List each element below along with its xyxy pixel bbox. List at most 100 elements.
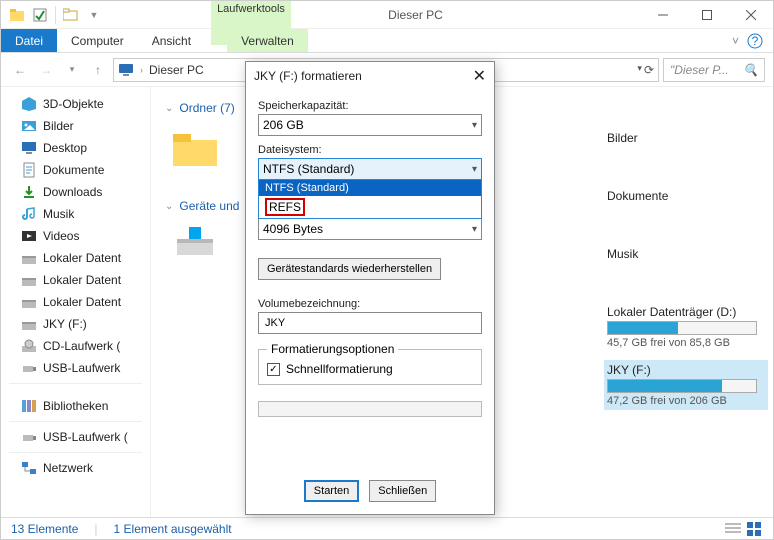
format-dialog: JKY (F:) formatieren ✕ Speicherkapazität…: [245, 61, 495, 515]
details-column: Bilder Dokumente Musik Lokaler Datenträg…: [603, 87, 773, 517]
drive-icon: [21, 294, 37, 310]
maximize-button[interactable]: [685, 1, 729, 29]
qat-new-folder-icon[interactable]: [61, 5, 81, 25]
navigation-pane: 3D-ObjekteBilderDesktopDokumenteDownload…: [1, 87, 151, 517]
sidebar-item[interactable]: Videos: [3, 225, 148, 247]
documents-icon: [21, 162, 37, 178]
sidebar-item[interactable]: Lokaler Datent: [3, 247, 148, 269]
chevron-down-icon: ▾: [472, 224, 477, 235]
filesystem-dropdown: NTFS (Standard) REFS: [258, 179, 482, 219]
drive-tile[interactable]: [165, 223, 225, 259]
svg-text:?: ?: [752, 34, 759, 48]
drive-item[interactable]: Lokaler Datenträger (D:) 45,7 GB frei vo…: [607, 305, 765, 349]
fs-option-refs[interactable]: REFS: [259, 196, 481, 218]
search-icon: 🔍: [743, 63, 758, 77]
sidebar-item[interactable]: Downloads: [3, 181, 148, 203]
sidebar-item[interactable]: CD-Laufwerk (: [3, 335, 148, 357]
contextual-tab-label: Laufwerktools: [211, 1, 291, 17]
sidebar-item[interactable]: Lokaler Datent: [3, 291, 148, 313]
close-dialog-button[interactable]: Schließen: [369, 480, 436, 502]
sidebar-usb-drive[interactable]: USB-Laufwerk (: [3, 426, 148, 448]
status-bar: 13 Elemente | 1 Element ausgewählt: [1, 517, 773, 539]
checkbox-checked-icon: ✓: [267, 363, 280, 376]
help-icon[interactable]: ?: [747, 33, 763, 49]
dialog-actions: Starten Schließen: [246, 470, 494, 514]
folder-label[interactable]: Dokumente: [607, 189, 765, 203]
downloads-icon: [21, 184, 37, 200]
ribbon-collapse-icon[interactable]: ˅: [732, 34, 739, 48]
sidebar-item[interactable]: Dokumente: [3, 159, 148, 181]
filesystem-combo[interactable]: NTFS (Standard) ▾ NTFS (Standard) REFS: [258, 158, 482, 180]
sidebar-item[interactable]: Musik: [3, 203, 148, 225]
tab-computer[interactable]: Computer: [57, 29, 138, 52]
drive-icon: [21, 272, 37, 288]
format-options-legend: Formatierungsoptionen: [267, 342, 398, 356]
up-button[interactable]: ↑: [87, 59, 109, 81]
format-options-group: Formatierungsoptionen ✓ Schnellformatier…: [258, 342, 482, 385]
sidebar-libraries[interactable]: Bibliotheken: [3, 388, 148, 417]
dialog-title: JKY (F:) formatieren: [254, 69, 362, 83]
objects3d-icon: [21, 96, 37, 112]
dialog-titlebar[interactable]: JKY (F:) formatieren ✕: [246, 62, 494, 90]
qat-dropdown-icon[interactable]: ▼: [84, 5, 104, 25]
forward-button[interactable]: →: [35, 59, 57, 81]
usb-icon: [21, 360, 37, 376]
file-tab[interactable]: Datei: [1, 29, 57, 52]
folder-label[interactable]: Musik: [607, 247, 765, 261]
large-icons-view-icon[interactable]: [747, 522, 763, 536]
refresh-icon[interactable]: ⟳: [644, 63, 654, 77]
capacity-combo[interactable]: 206 GB ▾: [258, 114, 482, 136]
quick-access-toolbar: ▼: [1, 5, 110, 25]
drive-item-selected[interactable]: JKY (F:) 47,2 GB frei von 206 GB: [604, 360, 768, 410]
sidebar-network[interactable]: Netzwerk: [3, 457, 148, 479]
folder-label[interactable]: Bilder: [607, 131, 765, 145]
restore-defaults-button[interactable]: Gerätestandards wiederherstellen: [258, 258, 441, 280]
titlebar: ▼ Laufwerktools Dieser PC: [1, 1, 773, 29]
optical-icon: [21, 338, 37, 354]
usb-icon: [21, 429, 37, 445]
search-box[interactable]: "Dieser P... 🔍: [663, 58, 765, 82]
app-icon[interactable]: [7, 5, 27, 25]
window-controls: [641, 1, 773, 29]
dialog-close-button[interactable]: ✕: [473, 66, 486, 86]
capacity-label: Speicherkapazität:: [258, 100, 482, 112]
chevron-down-icon: ▾: [472, 164, 477, 175]
drive-icon: [21, 316, 37, 332]
qat-properties-icon[interactable]: [30, 5, 50, 25]
recent-dropdown[interactable]: ▾: [61, 59, 83, 81]
search-placeholder: "Dieser P...: [670, 63, 729, 77]
sidebar-item[interactable]: Desktop: [3, 137, 148, 159]
selection-count: 1 Element ausgewählt: [114, 522, 232, 536]
quick-format-checkbox[interactable]: ✓ Schnellformatierung: [267, 362, 473, 376]
volume-label-input[interactable]: [258, 312, 482, 334]
address-dropdown-icon[interactable]: ▾: [637, 63, 642, 77]
pictures-icon: [21, 118, 37, 134]
details-view-icon[interactable]: [725, 522, 741, 536]
sidebar-item[interactable]: JKY (F:): [3, 313, 148, 335]
minimize-button[interactable]: [641, 1, 685, 29]
network-icon: [21, 460, 37, 476]
videos-icon: [21, 228, 37, 244]
close-button[interactable]: [729, 1, 773, 29]
allocation-combo[interactable]: 4096 Bytes ▾: [258, 218, 482, 240]
sidebar-item[interactable]: USB-Laufwerk: [3, 357, 148, 379]
filesystem-label: Dateisystem:: [258, 144, 482, 156]
item-count: 13 Elemente: [11, 522, 78, 536]
tab-view[interactable]: Ansicht: [138, 29, 205, 52]
sidebar-item[interactable]: 3D-Objekte: [3, 93, 148, 115]
music-icon: [21, 206, 37, 222]
sidebar-item[interactable]: Lokaler Datent: [3, 269, 148, 291]
back-button[interactable]: ←: [9, 59, 31, 81]
this-pc-icon: [118, 62, 134, 78]
fs-option-ntfs[interactable]: NTFS (Standard): [259, 180, 481, 196]
format-progress-bar: [258, 401, 482, 417]
start-button[interactable]: Starten: [304, 480, 359, 502]
drive-icon: [21, 250, 37, 266]
tab-manage[interactable]: Verwalten: [227, 29, 308, 52]
sidebar-item[interactable]: Bilder: [3, 115, 148, 137]
chevron-down-icon: ▾: [472, 120, 477, 131]
capacity-bar: [607, 379, 757, 393]
capacity-bar: [607, 321, 757, 335]
desktop-icon: [21, 140, 37, 156]
folder-tile[interactable]: [165, 125, 225, 175]
